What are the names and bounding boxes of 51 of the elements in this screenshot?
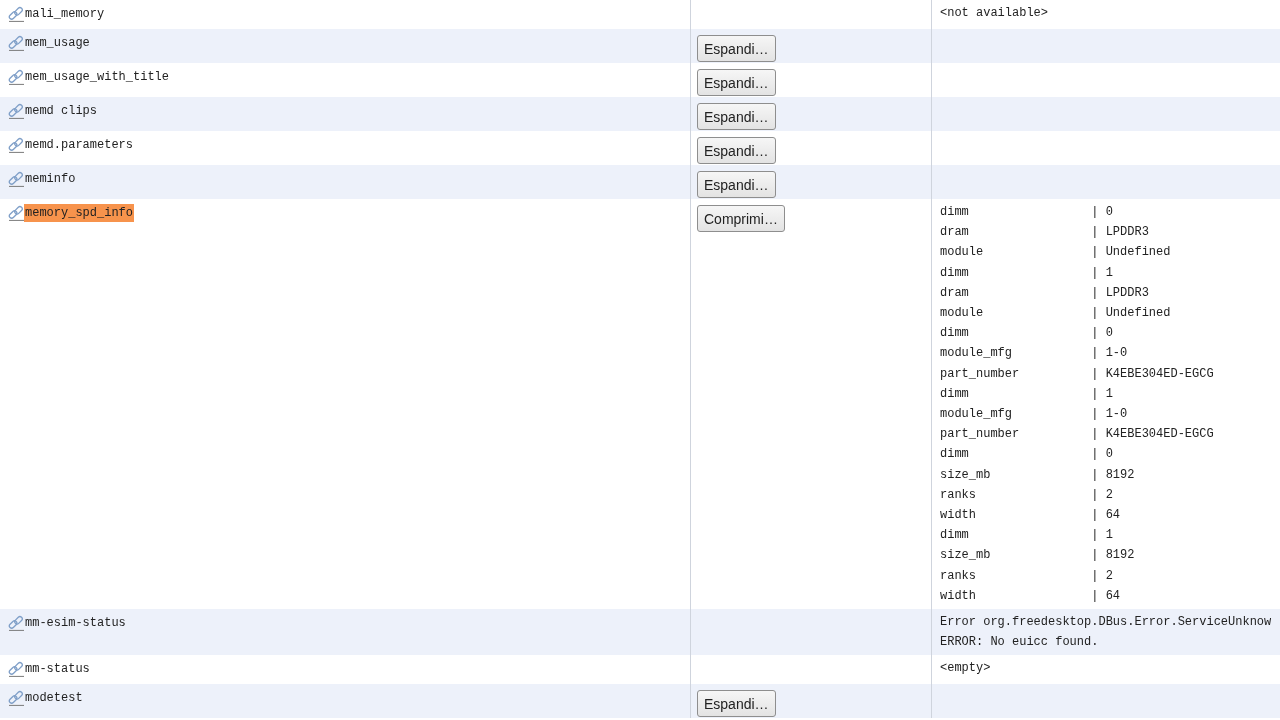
output-text: size_mb | 8192: [940, 466, 1136, 484]
toggle-button[interactable]: Espandi…: [697, 690, 776, 718]
output-text: size_mb | 8192: [940, 547, 1136, 565]
command-link[interactable]: memd clips: [24, 102, 98, 120]
link-icon: [8, 205, 24, 221]
toggle-button[interactable]: Espandi…: [697, 137, 776, 164]
output-text: dram | LPDDR3: [940, 284, 1150, 302]
link-icon: [8, 6, 24, 22]
output-text: ERROR: No euicc found.: [940, 634, 1100, 652]
output-text: part_number | K4EBE304ED-EGCG: [940, 365, 1215, 383]
output-text: module_mfg | 1-0: [940, 406, 1129, 424]
output-text: dram | LPDDR3: [940, 224, 1150, 242]
command-link[interactable]: mm-status: [24, 660, 91, 679]
link-icon: [8, 690, 24, 707]
output-text: module | Undefined: [940, 244, 1172, 262]
output-text: module_mfg | 1-0: [940, 345, 1129, 363]
output-text: <not available>: [940, 5, 1050, 22]
toggle-button[interactable]: Espandi…: [697, 103, 776, 130]
output-text: Error org.freedesktop.DBus.Error.ServiceUnknow: [940, 614, 1272, 632]
command-link[interactable]: memory_spd_info: [24, 204, 135, 222]
command-link[interactable]: mem_usage_with_title: [24, 68, 171, 86]
link-icon: [8, 171, 24, 187]
output-text: ranks | 2: [940, 567, 1114, 585]
command-link[interactable]: mm-esim-status: [24, 614, 127, 633]
link-icon: [8, 661, 24, 678]
command-link[interactable]: mali_memory: [24, 5, 106, 23]
output-text: width | 64: [940, 587, 1122, 605]
link-icon: [8, 615, 24, 632]
toggle-button[interactable]: Espandi…: [697, 35, 776, 62]
output-text: dimm | 0: [940, 446, 1114, 464]
link-icon: [8, 103, 24, 119]
command-link[interactable]: mem_usage: [24, 34, 91, 52]
output-text: part_number | K4EBE304ED-EGCG: [940, 426, 1215, 444]
output-text: module | Undefined: [940, 305, 1172, 322]
command-link[interactable]: memd.parameters: [24, 136, 135, 154]
command-link[interactable]: meminfo: [24, 170, 77, 188]
link-icon: [8, 69, 24, 85]
command-link[interactable]: modetest: [24, 689, 84, 708]
toggle-button[interactable]: Espandi…: [697, 171, 776, 198]
output-text: dimm | 1: [940, 385, 1114, 403]
toggle-button[interactable]: Comprimi…: [697, 205, 785, 232]
output-text: dimm | 1: [940, 264, 1114, 282]
toggle-button[interactable]: Espandi…: [697, 69, 776, 96]
output-text: ranks | 2: [940, 486, 1114, 504]
output-text: dimm | 0: [940, 204, 1114, 221]
output-text: dimm | 1: [940, 527, 1114, 545]
output-text: dimm | 0: [940, 325, 1114, 343]
link-icon: [8, 35, 24, 51]
output-text: <empty>: [940, 660, 992, 678]
link-icon: [8, 137, 24, 153]
output-text: width | 64: [940, 507, 1122, 525]
